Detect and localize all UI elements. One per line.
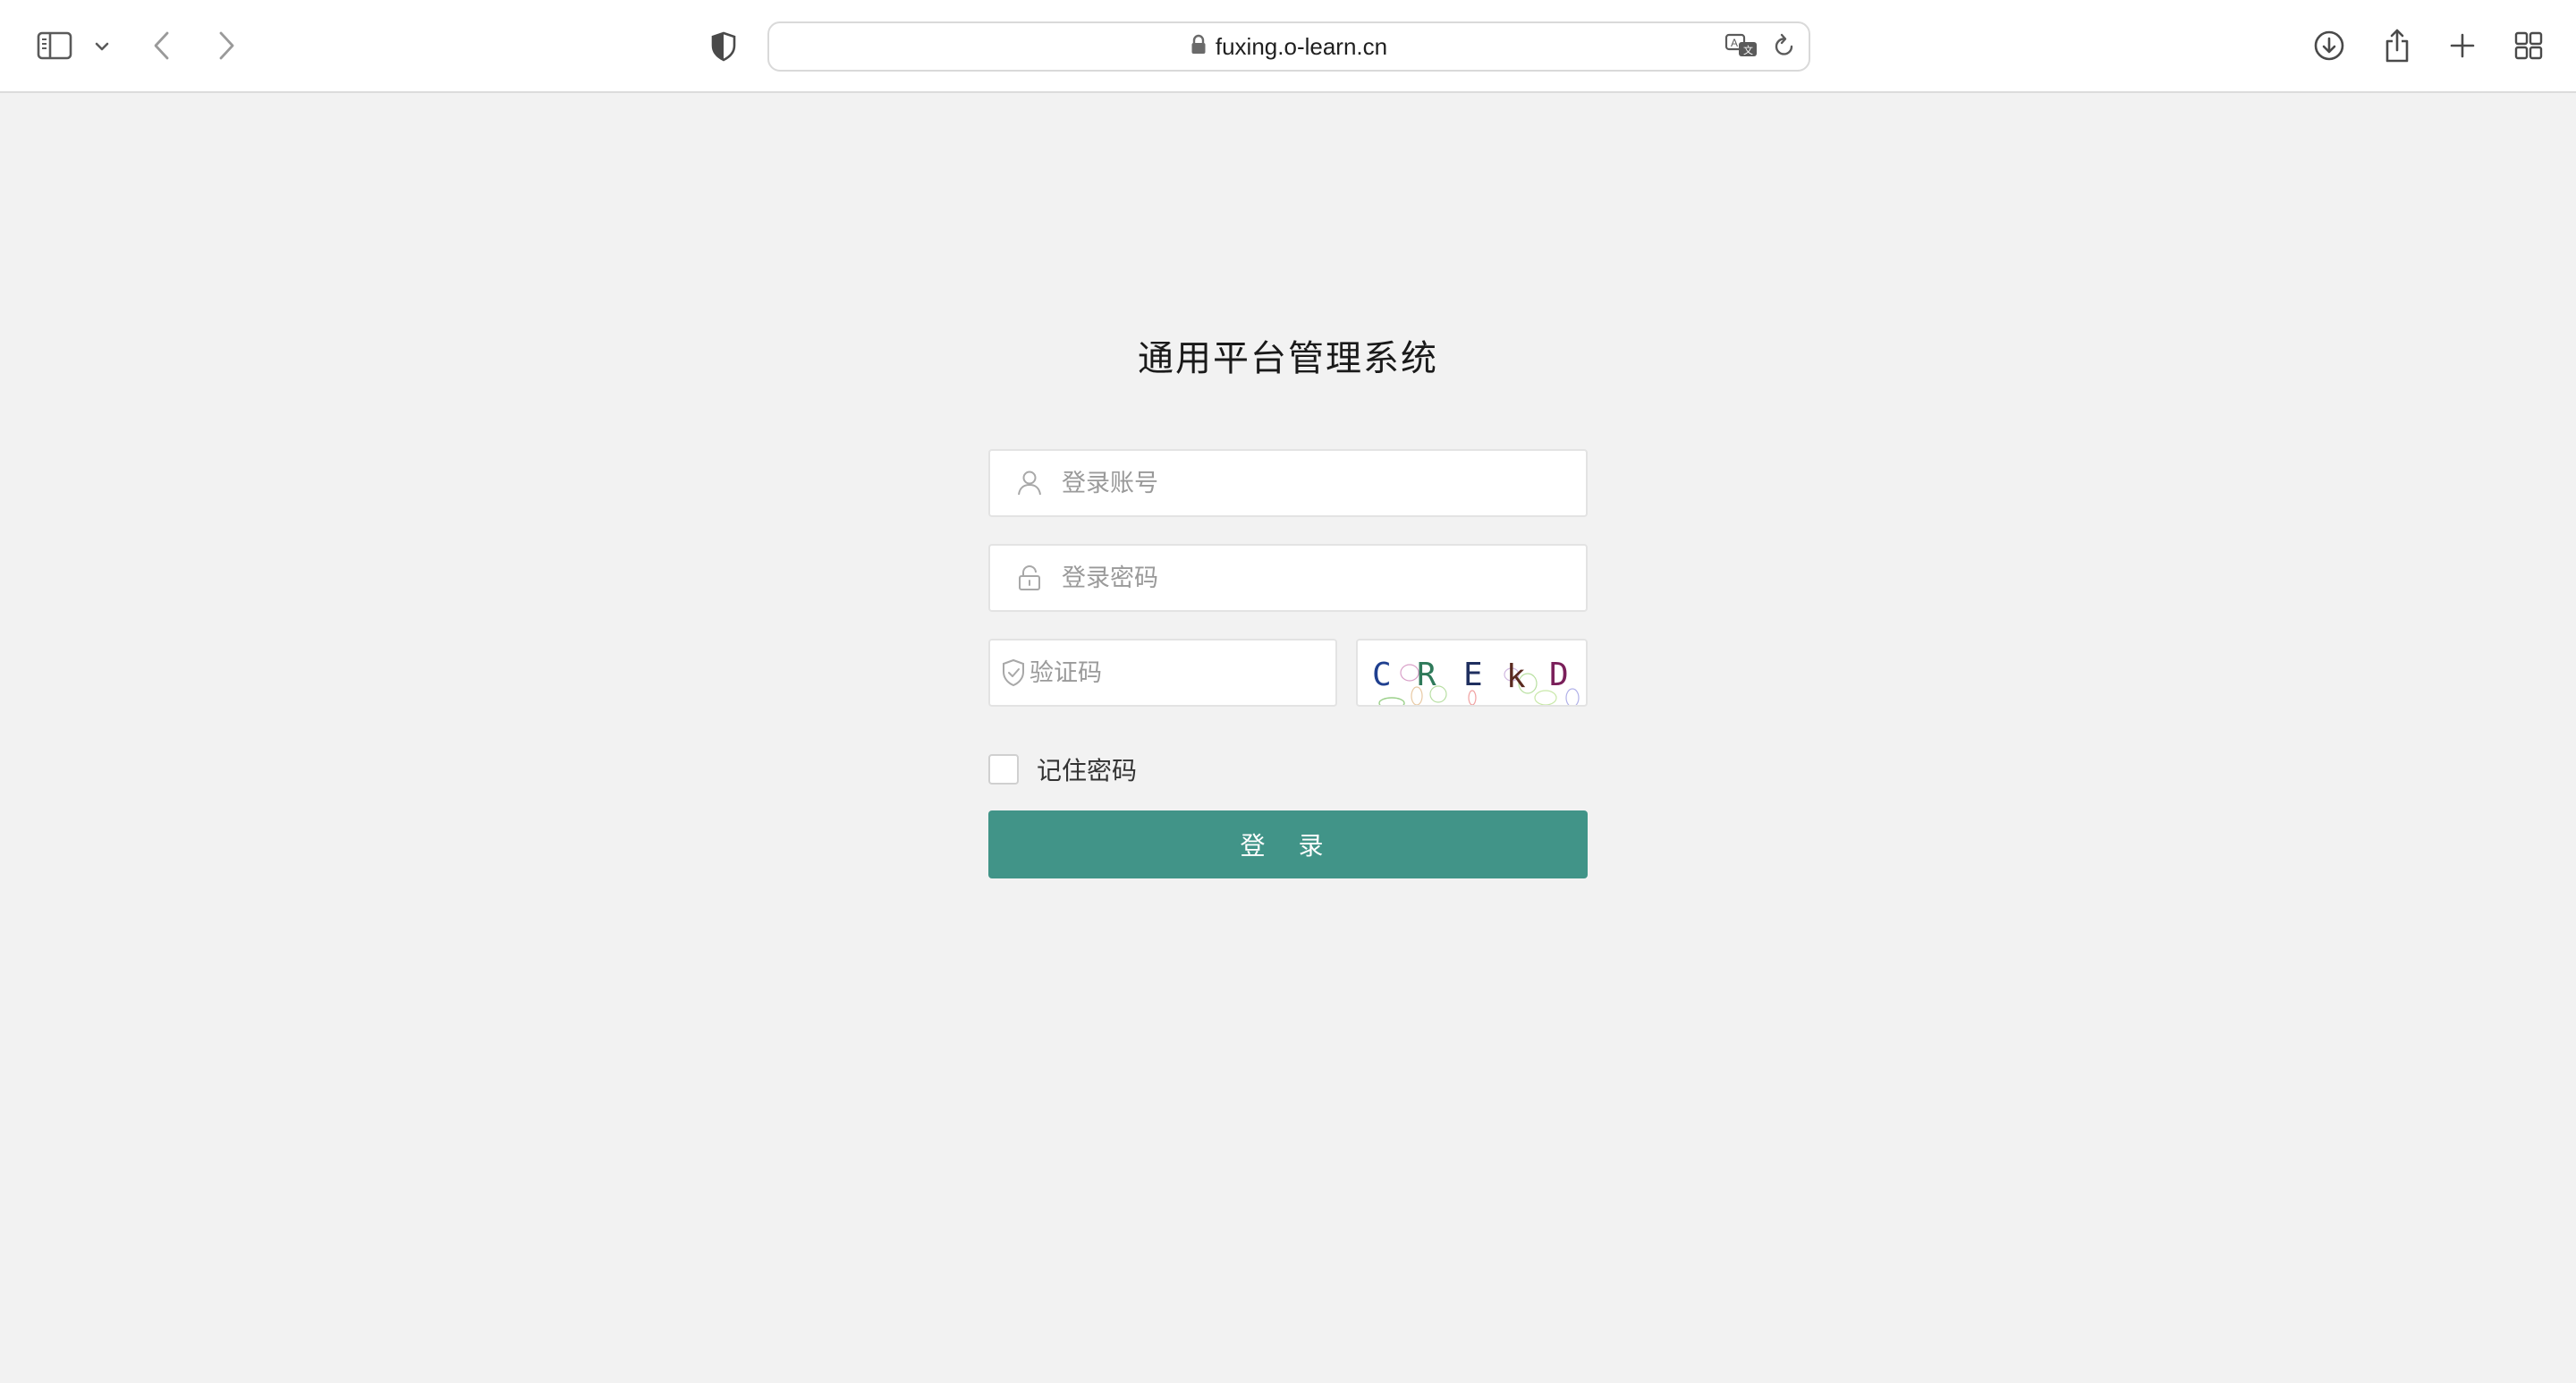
lock-icon: [990, 546, 1062, 610]
sidebar-toggle-button[interactable]: [34, 25, 75, 66]
svg-text:文: 文: [1743, 44, 1753, 56]
captcha-field[interactable]: [988, 639, 1337, 707]
reload-icon[interactable]: [1773, 33, 1796, 58]
shield-check-icon: [990, 641, 1030, 705]
lock-icon: [1191, 34, 1207, 59]
password-input[interactable]: [1062, 546, 1586, 610]
privacy-report-button[interactable]: [707, 29, 741, 64]
user-icon: [990, 451, 1062, 515]
captcha-letter: k: [1506, 658, 1526, 695]
browser-toolbar: fuxing.o-learn.cn A文: [0, 0, 2576, 93]
captcha-image[interactable]: CREkD: [1356, 639, 1588, 707]
translate-icon[interactable]: A文: [1724, 32, 1760, 59]
download-icon: [2313, 30, 2345, 62]
remember-label: 记住密码: [1037, 756, 1138, 785]
share-button[interactable]: [2379, 25, 2415, 66]
address-bar[interactable]: fuxing.o-learn.cn A文: [767, 21, 1810, 72]
login-button[interactable]: 登 录: [988, 810, 1588, 878]
remember-password[interactable]: 记住密码: [988, 751, 1137, 787]
captcha-noise: [1400, 664, 1419, 682]
svg-text:A: A: [1731, 37, 1738, 49]
new-tab-button[interactable]: [2445, 29, 2479, 63]
downloads-button[interactable]: [2311, 27, 2347, 64]
shield-half-icon: [710, 31, 737, 62]
back-button[interactable]: [147, 27, 177, 64]
captcha-letter: D: [1549, 657, 1569, 693]
password-field[interactable]: [988, 544, 1588, 612]
tab-overview-button[interactable]: [2512, 29, 2546, 63]
share-icon: [2383, 28, 2411, 64]
username-input[interactable]: [1062, 451, 1586, 515]
username-field[interactable]: [988, 449, 1588, 517]
captcha-letter: E: [1463, 657, 1483, 693]
captcha-input[interactable]: [1030, 641, 1335, 705]
captcha-noise: [1378, 697, 1405, 705]
captcha-letter: C: [1372, 657, 1392, 693]
url-text: fuxing.o-learn.cn: [1215, 32, 1388, 60]
chevron-right-icon: [216, 30, 236, 61]
sidebar-icon: [37, 31, 72, 60]
page-title: 通用平台管理系统: [1138, 338, 1438, 379]
chevron-left-icon: [152, 30, 172, 61]
chevron-down-icon: [94, 41, 110, 52]
captcha-letter: R: [1417, 657, 1436, 693]
grid-icon: [2514, 31, 2543, 60]
sidebar-menu-button[interactable]: [89, 34, 114, 59]
forward-button[interactable]: [211, 27, 242, 64]
plus-icon: [2449, 32, 2476, 59]
remember-checkbox[interactable]: [988, 754, 1019, 785]
login-page: 通用平台管理系统 CREkD: [0, 95, 2576, 1383]
